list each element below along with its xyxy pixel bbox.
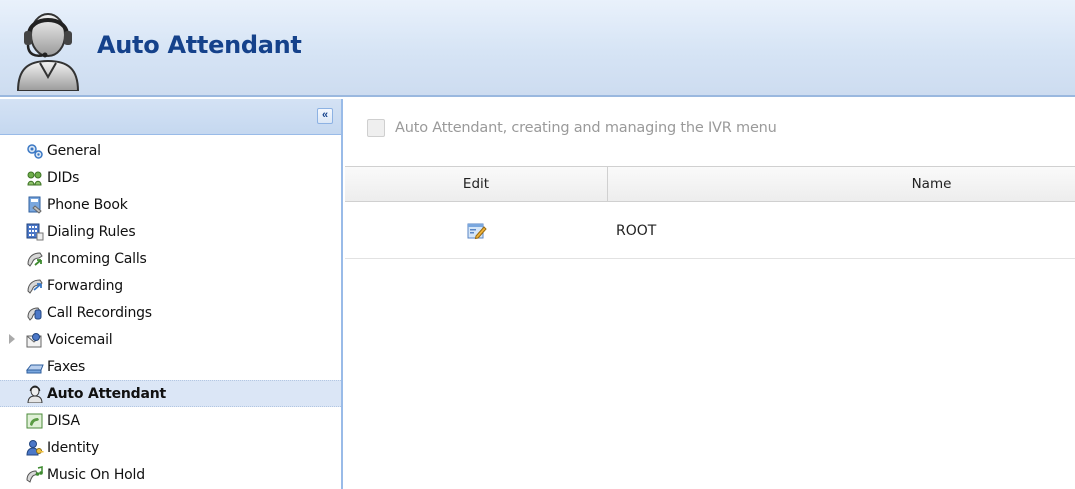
sidebar: « General DIDs Phone Book Dialing Rules … <box>0 99 343 489</box>
sidebar-item-auto-attendant[interactable]: Auto Attendant <box>0 380 341 407</box>
voicemail-icon <box>26 332 42 347</box>
incoming-calls-icon <box>27 251 43 267</box>
sidebar-nav: General DIDs Phone Book Dialing Rules In… <box>0 137 341 488</box>
identity-icon <box>26 439 44 455</box>
sidebar-item-label: Dialing Rules <box>47 223 136 240</box>
sidebar-item-label: Faxes <box>47 358 86 375</box>
main-panel: Auto Attendant, creating and managing th… <box>345 99 1075 489</box>
disa-icon <box>26 413 43 428</box>
sidebar-item-label: Auto Attendant <box>47 385 166 402</box>
expand-arrow-icon[interactable] <box>9 334 15 344</box>
table-row[interactable]: ROOT <box>345 203 1075 259</box>
sidebar-item-label: Voicemail <box>47 331 113 348</box>
music-on-hold-icon <box>26 465 43 483</box>
sidebar-item-identity[interactable]: Identity <box>0 434 341 461</box>
dids-icon <box>27 171 42 185</box>
app-header: Auto Attendant <box>0 0 1075 97</box>
sidebar-item-faxes[interactable]: Faxes <box>0 353 341 380</box>
sidebar-item-dids[interactable]: DIDs <box>0 164 341 191</box>
sidebar-item-music-on-hold[interactable]: Music On Hold <box>0 461 341 488</box>
edit-cell <box>345 222 608 240</box>
sidebar-item-label: Music On Hold <box>47 466 145 483</box>
sidebar-item-label: General <box>47 142 101 159</box>
sidebar-item-general[interactable]: General <box>0 137 341 164</box>
grid-header: Edit Name <box>345 166 1075 202</box>
description: Auto Attendant, creating and managing th… <box>367 119 777 137</box>
forwarding-icon <box>27 278 43 294</box>
edit-icon[interactable] <box>467 222 487 240</box>
sidebar-item-disa[interactable]: DISA <box>0 407 341 434</box>
collapse-sidebar-button[interactable]: « <box>317 108 333 124</box>
dialing-rules-icon <box>26 223 44 240</box>
operator-headset-icon <box>16 13 80 91</box>
description-checkbox[interactable] <box>367 119 385 137</box>
sidebar-item-label: DISA <box>47 412 80 429</box>
page-title: Auto Attendant <box>97 31 302 59</box>
sidebar-item-label: Incoming Calls <box>47 250 147 267</box>
phone-book-icon <box>28 196 42 214</box>
auto-attendant-icon <box>27 385 43 403</box>
sidebar-item-incoming-calls[interactable]: Incoming Calls <box>0 245 341 272</box>
sidebar-item-forwarding[interactable]: Forwarding <box>0 272 341 299</box>
fax-icon <box>26 364 44 373</box>
sidebar-item-voicemail[interactable]: Voicemail <box>0 326 341 353</box>
sidebar-item-label: Forwarding <box>47 277 123 294</box>
sidebar-item-dialing-rules[interactable]: Dialing Rules <box>0 218 341 245</box>
sidebar-item-label: Call Recordings <box>47 304 152 321</box>
gears-icon <box>27 143 43 159</box>
column-header-edit[interactable]: Edit <box>345 167 608 201</box>
sidebar-item-label: Identity <box>47 439 100 456</box>
description-text: Auto Attendant, creating and managing th… <box>395 120 777 136</box>
sidebar-item-label: Phone Book <box>47 196 128 213</box>
sidebar-item-call-recordings[interactable]: Call Recordings <box>0 299 341 326</box>
column-header-name[interactable]: Name <box>608 167 1075 201</box>
sidebar-item-phone-book[interactable]: Phone Book <box>0 191 341 218</box>
sidebar-item-label: DIDs <box>47 169 80 186</box>
call-recordings-icon <box>27 306 42 321</box>
row-name: ROOT <box>616 222 657 239</box>
sidebar-toolbar: « <box>0 99 341 135</box>
